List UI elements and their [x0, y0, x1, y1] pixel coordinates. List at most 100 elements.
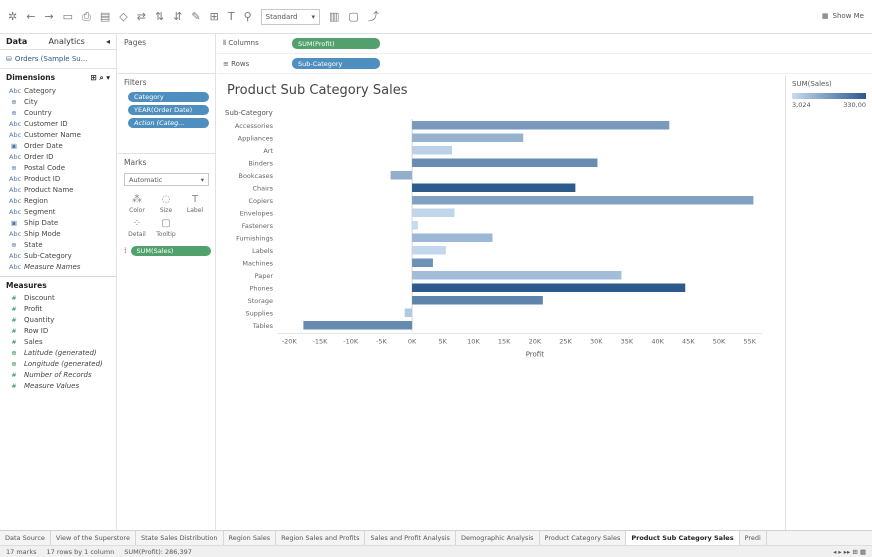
highlight-icon[interactable]: ✎: [191, 11, 200, 22]
field-latitude-generated[interactable]: ⊕ Latitude (generated): [0, 347, 116, 358]
bar[interactable]: [412, 208, 455, 218]
filter-pill-year[interactable]: YEAR(Order Date): [128, 105, 209, 115]
field-postal-code[interactable]: ⊕ Postal Code: [0, 162, 116, 173]
field-sub-category[interactable]: Abc Sub-Category: [0, 250, 116, 261]
marks-tooltip-button[interactable]: ▢ Tooltip: [153, 217, 179, 239]
collapse-icon[interactable]: ◂: [106, 37, 110, 46]
field-product-name[interactable]: Abc Product Name: [0, 184, 116, 195]
pin-icon[interactable]: ⚲: [244, 11, 252, 22]
marks-label-button[interactable]: T Label: [182, 193, 208, 215]
dimensions-menu-icon[interactable]: ⊞ ⌕ ▾: [91, 73, 110, 83]
bar[interactable]: [412, 158, 598, 168]
field-measure-names[interactable]: Abc Measure Names: [0, 261, 116, 272]
x-tick-label: -5K: [376, 338, 387, 346]
globe-icon: ⊕: [11, 359, 17, 368]
field-profit[interactable]: # Profit: [0, 303, 116, 314]
field-order-date[interactable]: ▣ Order Date: [0, 140, 116, 151]
bar[interactable]: [412, 246, 446, 255]
group-icon[interactable]: ⊞: [210, 11, 219, 22]
bar[interactable]: [412, 183, 576, 193]
field-ship-mode[interactable]: Abc Ship Mode: [0, 228, 116, 239]
bar[interactable]: [412, 121, 670, 130]
columns-shelf[interactable]: ⦀ Columns SUM(Profit): [217, 34, 872, 54]
field-ship-date[interactable]: ▣ Ship Date: [0, 217, 116, 228]
bar[interactable]: [303, 321, 413, 330]
rows-shelf[interactable]: ≡ Rows Sub-Category: [217, 54, 872, 74]
bar[interactable]: [404, 308, 413, 318]
label-icon[interactable]: T: [228, 11, 235, 22]
save-icon[interactable]: ▭: [63, 11, 73, 22]
filter-pill-category[interactable]: Category: [128, 92, 209, 102]
pages-card[interactable]: Pages: [118, 34, 215, 74]
tableau-logo-icon[interactable]: ✲: [8, 11, 17, 22]
sheet-tab[interactable]: Demographic Analysis: [456, 531, 540, 545]
bar[interactable]: [412, 271, 622, 280]
field-segment[interactable]: Abc Segment: [0, 206, 116, 217]
field-order-id[interactable]: Abc Order ID: [0, 151, 116, 162]
bar[interactable]: [412, 233, 493, 243]
field-row-id[interactable]: # Row ID: [0, 325, 116, 336]
sheet-tab[interactable]: Product Category Sales: [540, 531, 627, 545]
bar[interactable]: [390, 171, 413, 180]
bar[interactable]: [412, 296, 543, 305]
field-product-id[interactable]: Abc Product ID: [0, 173, 116, 184]
field-customer-name[interactable]: Abc Customer Name: [0, 129, 116, 140]
datasource-item[interactable]: ⛁ Orders (Sample Su...: [0, 50, 116, 69]
sheet-tab[interactable]: State Sales Distribution: [136, 531, 224, 545]
marks-pill-sum-sales[interactable]: SUM(Sales): [130, 245, 211, 256]
chart-options-icon[interactable]: ▥: [329, 11, 339, 22]
tab-analytics[interactable]: Analytics: [48, 37, 84, 46]
sheet-tab[interactable]: Predi: [740, 531, 767, 545]
marks-color-button[interactable]: ⁂ Color: [124, 193, 150, 215]
field-region[interactable]: Abc Region: [0, 195, 116, 206]
rows-pill[interactable]: Sub-Category: [292, 58, 380, 69]
field-city[interactable]: ⊕ City: [0, 96, 116, 107]
fit-select-value: Standard: [265, 12, 298, 21]
bar[interactable]: [412, 196, 754, 205]
sheet-tab[interactable]: View of the Superstore: [51, 531, 136, 545]
field-discount[interactable]: # Discount: [0, 292, 116, 303]
field-sales[interactable]: # Sales: [0, 336, 116, 347]
new-data-source-icon[interactable]: ⎙: [82, 11, 91, 22]
mark-type-select[interactable]: Automatic ▾: [124, 173, 209, 186]
bar[interactable]: [412, 258, 433, 268]
share-icon[interactable]: ⤴: [368, 11, 379, 22]
sort-desc-icon[interactable]: ⇵: [173, 11, 182, 22]
tab-data[interactable]: Data: [6, 37, 27, 46]
marks-detail-button[interactable]: ⁘ Detail: [124, 217, 150, 239]
sheet-tab[interactable]: Data Source: [0, 531, 51, 545]
filter-pill-action[interactable]: Action (Categ...: [128, 118, 209, 128]
swap-icon[interactable]: ⇄: [137, 11, 146, 22]
sheet-tab[interactable]: Sales and Profit Analysis: [365, 531, 456, 545]
sheet-tab[interactable]: Product Sub Category Sales: [626, 531, 740, 545]
field-longitude-generated[interactable]: ⊕ Longitude (generated): [0, 358, 116, 369]
row-label: Envelopes: [240, 209, 274, 217]
field-country[interactable]: ⊕ Country: [0, 107, 116, 118]
x-tick-label: -15K: [313, 338, 329, 346]
columns-pill[interactable]: SUM(Profit): [292, 38, 380, 49]
bar[interactable]: [412, 221, 418, 230]
sort-asc-icon[interactable]: ⇅: [155, 11, 164, 22]
undo-icon[interactable]: ←: [26, 11, 35, 22]
bar[interactable]: [412, 146, 452, 155]
presentation-icon[interactable]: ▢: [348, 11, 358, 22]
field-measure-values[interactable]: # Measure Values: [0, 380, 116, 391]
new-worksheet-icon[interactable]: ▤: [100, 11, 110, 22]
field-state[interactable]: ⊕ State: [0, 239, 116, 250]
field-quantity[interactable]: # Quantity: [0, 314, 116, 325]
bar[interactable]: [412, 133, 524, 143]
marks-size-button[interactable]: ◌ Size: [153, 193, 179, 215]
bar[interactable]: [412, 283, 686, 293]
field-number-of-records[interactable]: # Number of Records: [0, 369, 116, 380]
calendar-icon: ▣: [10, 218, 18, 227]
duplicate-icon[interactable]: ◇: [119, 11, 127, 22]
redo-icon[interactable]: →: [44, 11, 53, 22]
status-nav-icons[interactable]: ◂ ▸ ▸▸ ⊞ ▦: [833, 548, 872, 556]
filters-card[interactable]: Filters Category YEAR(Order Date) Action…: [118, 74, 215, 154]
show-me-button[interactable]: ▦ Show Me: [822, 12, 864, 20]
field-category[interactable]: Abc Category: [0, 85, 116, 96]
field-customer-id[interactable]: Abc Customer ID: [0, 118, 116, 129]
fit-select[interactable]: Standard ▾: [260, 8, 321, 25]
sheet-tab[interactable]: Region Sales and Profits: [276, 531, 366, 545]
sheet-tab[interactable]: Region Sales: [224, 531, 277, 545]
